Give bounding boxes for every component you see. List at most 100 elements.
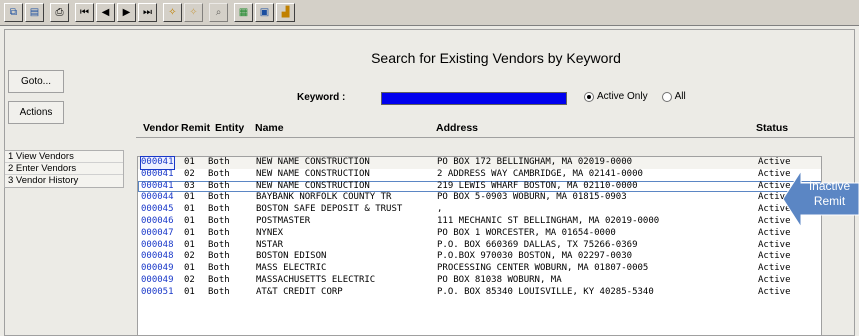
- status-cell: Active: [758, 157, 791, 167]
- vendor-cell[interactable]: 000047: [141, 228, 174, 240]
- entity-cell: Both: [208, 192, 230, 203]
- actions-button[interactable]: Actions: [8, 101, 64, 124]
- previous-record-icon[interactable]: ◀: [96, 3, 115, 22]
- address-cell: P.O. BOX 85340 LOUISVILLE, KY 40285-5340: [437, 286, 654, 297]
- active-only-label: Active Only: [597, 91, 648, 102]
- name-cell: BOSTON EDISON: [256, 251, 327, 262]
- name-cell: MASS ELECTRIC: [256, 263, 327, 274]
- vendor-cell[interactable]: 000049: [141, 263, 174, 275]
- active-only-radio[interactable]: Active Only: [584, 91, 648, 102]
- remit-cell: 02: [184, 168, 195, 179]
- entity-cell: Both: [208, 286, 230, 297]
- vendor-cell[interactable]: 000045: [141, 204, 174, 216]
- vendor-grid: 000041 01 Both NEW NAME CONSTRUCTION PO BOX …: [137, 156, 822, 336]
- table-row[interactable]: 000046 01 Both POSTMASTER 111 MECHANIC ST BE…: [138, 216, 821, 228]
- find-icon[interactable]: ⌕: [209, 3, 228, 22]
- header-divider: [136, 137, 855, 138]
- name-cell: BOSTON SAFE DEPOSIT & TRUST: [256, 204, 403, 215]
- address-cell: P.O.BOX 970030 BOSTON, MA 02297-0030: [437, 251, 633, 262]
- address-cell: PO BOX 1 WORCESTER, MA 01654-0000: [437, 227, 616, 238]
- remit-cell: 01: [184, 157, 195, 167]
- properties-icon[interactable]: ▣: [255, 3, 274, 22]
- entity-cell: Both: [208, 251, 230, 262]
- status-cell: Active: [758, 274, 791, 285]
- entity-cell: Both: [208, 263, 230, 274]
- print-icon[interactable]: ⎙: [50, 3, 69, 22]
- callout-text: Inactive Remit: [808, 179, 851, 208]
- table-row[interactable]: 000049 02 Both MASSACHUSETTS ELECTRIC PO BOX…: [138, 275, 821, 287]
- remit-cell: 02: [184, 251, 195, 262]
- remit-cell: 03: [184, 180, 195, 191]
- status-cell: Active: [758, 251, 791, 262]
- address-cell: 2 ADDRESS WAY CAMBRIDGE, MA 02141-0000: [437, 168, 643, 179]
- remit-cell: 01: [184, 227, 195, 238]
- name-cell: NYNEX: [256, 227, 284, 238]
- spreadsheet-icon[interactable]: ▦: [234, 3, 253, 22]
- vendor-cell[interactable]: 000041: [141, 169, 174, 181]
- address-cell: P.O. BOX 660369 DALLAS, TX 75266-0369: [437, 239, 638, 250]
- header-vendor: Vendor: [143, 122, 179, 134]
- side-nav: 1 View Vendors 2 Enter Vendors 3 Vendor …: [4, 150, 124, 188]
- keyword-input[interactable]: [381, 92, 567, 105]
- toolbar: ⧉ ▤ ⎙ ⏮ ◀ ▶ ⏭ ✧ ✧ ⌕ ▦ ▣ ▟: [0, 0, 859, 26]
- entity-cell: Both: [208, 227, 230, 238]
- address-cell: PO BOX 81038 WOBURN, MA: [437, 274, 562, 285]
- status-filter: Active Only All: [584, 91, 686, 102]
- keyword-label: Keyword :: [297, 92, 346, 103]
- all-radio[interactable]: All: [661, 91, 686, 102]
- vendor-cell[interactable]: 000041: [141, 181, 174, 193]
- all-label: All: [674, 91, 686, 102]
- wizard-disabled-icon[interactable]: ✧: [184, 3, 203, 22]
- remit-cell: 01: [184, 215, 195, 226]
- remit-cell: 01: [184, 192, 195, 203]
- table-row[interactable]: 000044 01 Both BAYBANK NORFOLK COUNTY TR PO …: [138, 192, 821, 204]
- table-row[interactable]: 000041 03 Both NEW NAME CONSTRUCTION 219 LEW…: [138, 180, 821, 193]
- status-cell: Active: [758, 239, 791, 250]
- vendor-cell[interactable]: 000051: [141, 287, 174, 299]
- table-row[interactable]: 000041 02 Both NEW NAME CONSTRUCTION 2 ADDRE…: [138, 169, 821, 181]
- address-cell: PO BOX 172 BELLINGHAM, MA 02019-0000: [437, 157, 633, 167]
- chart-icon[interactable]: ▟: [276, 3, 295, 22]
- page-title: Search for Existing Vendors by Keyword: [371, 50, 621, 66]
- entity-cell: Both: [208, 180, 230, 191]
- vendor-cell[interactable]: 000049: [141, 275, 174, 287]
- remit-cell: 01: [184, 286, 195, 297]
- view-vendors-link[interactable]: 1 View Vendors: [5, 151, 123, 163]
- table-row[interactable]: 000048 01 Both NSTAR P.O. BOX 660369 DALLAS,…: [138, 240, 821, 252]
- first-record-icon[interactable]: ⏮: [75, 3, 94, 22]
- entity-cell: Both: [208, 274, 230, 285]
- name-cell: NEW NAME CONSTRUCTION: [256, 180, 370, 191]
- vendor-history-link[interactable]: 3 Vendor History: [5, 175, 123, 187]
- address-cell: ,: [437, 204, 443, 215]
- entity-cell: Both: [208, 215, 230, 226]
- entity-cell: Both: [208, 239, 230, 250]
- table-row[interactable]: 000048 02 Both BOSTON EDISON P.O.BOX 970030 …: [138, 251, 821, 263]
- table-row[interactable]: 000041 01 Both NEW NAME CONSTRUCTION PO BOX …: [138, 156, 821, 170]
- header-entity: Entity: [215, 122, 245, 134]
- goto-button[interactable]: Goto...: [8, 70, 64, 93]
- vendor-cell[interactable]: 000044: [141, 192, 174, 204]
- enter-vendors-link[interactable]: 2 Enter Vendors: [5, 163, 123, 175]
- status-cell: Active: [758, 263, 791, 274]
- vendor-cell[interactable]: 000041: [140, 156, 175, 170]
- address-cell: PROCESSING CENTER WOBURN, MA 01807-0005: [437, 263, 649, 274]
- next-record-icon[interactable]: ▶: [117, 3, 136, 22]
- vendor-cell[interactable]: 000046: [141, 216, 174, 228]
- header-name: Name: [255, 122, 284, 134]
- table-row[interactable]: 000049 01 Both MASS ELECTRIC PROCESSING CENT…: [138, 263, 821, 275]
- entity-cell: Both: [208, 157, 230, 167]
- vendor-cell[interactable]: 000048: [141, 240, 174, 252]
- name-cell: BAYBANK NORFOLK COUNTY TR: [256, 192, 392, 203]
- last-record-icon[interactable]: ⏭: [138, 3, 157, 22]
- table-row[interactable]: 000045 01 Both BOSTON SAFE DEPOSIT & TRUST,…: [138, 204, 821, 216]
- paste-icon[interactable]: ▤: [25, 3, 44, 22]
- table-row[interactable]: 000051 01 Both AT&T CREDIT CORP P.O. BOX 853…: [138, 287, 821, 299]
- copy-icon[interactable]: ⧉: [4, 3, 23, 22]
- table-row[interactable]: 000047 01 Both NYNEX PO BOX 1 WORCESTER, MA …: [138, 228, 821, 240]
- header-status: Status: [756, 122, 789, 134]
- vendor-cell[interactable]: 000048: [141, 251, 174, 263]
- radio-selected-icon: [584, 91, 594, 102]
- name-cell: NSTAR: [256, 239, 284, 250]
- status-cell: Active: [758, 286, 791, 297]
- wizard-icon[interactable]: ✧: [163, 3, 182, 22]
